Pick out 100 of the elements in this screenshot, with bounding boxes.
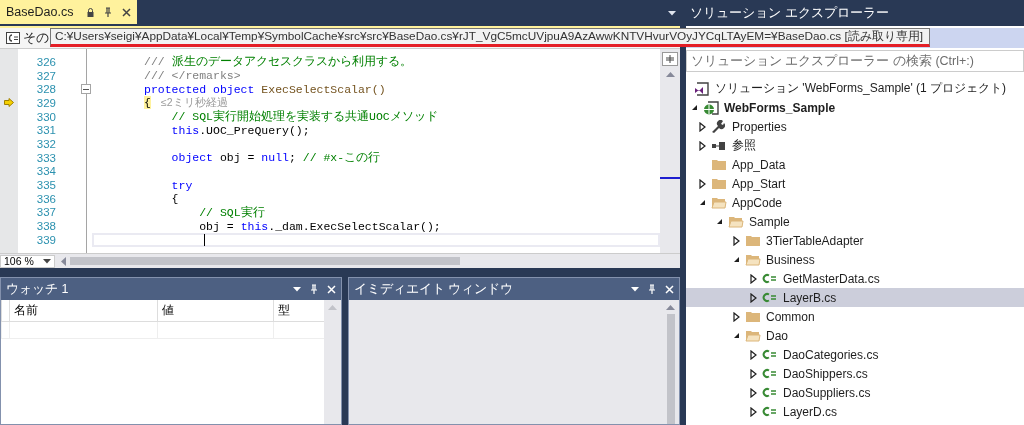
wrench-icon [711,119,725,134]
scroll-left-icon[interactable] [61,256,66,266]
code-line: /// 派生のデータアクセスクラスから利用する。 [144,54,412,70]
line-number: 334 [35,165,56,178]
code-file-icon [762,368,778,379]
tree-item[interactable]: WebForms_Sample [686,98,1024,117]
column-header[interactable]: 値 [157,300,273,321]
tree-item[interactable]: ソリューション 'WebForms_Sample' (1 プロジェクト) [686,79,1024,98]
collapse-toggle[interactable] [81,84,91,95]
collapsed-arrow-icon[interactable] [750,368,757,379]
panel-title: イミディエイト ウィンドウ [354,280,514,298]
line-number: 326 [35,55,56,68]
tree-item[interactable]: Business [686,250,1024,269]
line-number: 335 [35,179,56,192]
zoom-dropdown[interactable]: 106 % [0,254,55,268]
code-line: // SQL実行 [198,204,265,220]
open-folder-icon [745,253,761,266]
close-icon[interactable] [122,7,132,17]
folder-icon [711,158,727,171]
scrollbar-thumb[interactable] [70,257,460,265]
tree-item[interactable]: LayerD.cs [686,402,1024,421]
tree-item[interactable]: DaoCategories.cs [686,345,1024,364]
pin-icon[interactable] [104,7,113,17]
tree-item[interactable]: DaoShippers.cs [686,364,1024,383]
code-line: { ≤2ミリ秒経過 [144,95,228,110]
expanded-arrow-icon[interactable] [733,332,740,339]
type-dropdown[interactable]: その [23,29,49,47]
path-tooltip: C:¥Users¥seigi¥AppData¥Local¥Temp¥SymbolCache¥src¥src¥BaseDao.cs¥rJT_VgC5mcUVjpuA9AzAwwKNTVHvurVOyJYCqLTAyEM=¥BaseDao.cs [読み取り専用] [50,28,931,47]
collapsed-arrow-icon[interactable] [750,406,757,417]
collapsed-arrow-icon[interactable] [750,387,757,398]
folder-icon [711,177,727,190]
tree-item[interactable]: App_Start [686,174,1024,193]
vertical-scrollbar[interactable] [660,49,680,253]
code-file-icon [762,406,778,417]
open-folder-icon [711,196,727,209]
dropdown-icon[interactable] [668,11,676,16]
class-icon [6,32,20,44]
search-field[interactable]: ソリューション エクスプローラー の検索 (Ctrl+:) [686,50,1024,72]
scroll-up-icon[interactable] [665,72,675,77]
collapsed-arrow-icon[interactable] [750,349,757,360]
tree-item[interactable]: Common [686,307,1024,326]
tree-item[interactable]: GetMasterData.cs [686,269,1024,288]
collapsed-arrow-icon[interactable] [750,292,757,303]
line-number: 336 [35,192,56,205]
folder-icon [745,234,761,247]
tree-item[interactable]: 3TierTableAdapter [686,231,1024,250]
column-header[interactable]: 名前 [9,300,157,321]
tree-item[interactable]: App_Data [686,155,1024,174]
panel-title: ソリューション エクスプローラー [690,4,889,22]
line-number: 328 [35,83,56,96]
line-number: 339 [35,233,56,246]
collapsed-arrow-icon[interactable] [699,178,706,189]
solution-icon [694,81,709,96]
expanded-arrow-icon[interactable] [716,218,723,225]
code-line: /// </remarks> [144,69,241,83]
split-icon[interactable] [662,52,678,66]
code-file-icon [762,292,778,303]
code-file-icon [762,273,778,284]
collapsed-arrow-icon[interactable] [699,121,706,132]
scrollbar-thumb[interactable] [666,314,675,424]
tree-item[interactable]: Properties [686,117,1024,136]
code-file-icon [762,387,778,398]
code-line: obj = this._dam.ExecSelectScalar(); [198,219,441,233]
tree-item[interactable]: 参照 [686,136,1024,155]
code-line: protected object ExecSelectScalar() [144,82,386,96]
line-number: 327 [35,69,56,82]
code-line: try [170,178,193,192]
collapsed-arrow-icon[interactable] [733,235,740,246]
expanded-arrow-icon[interactable] [691,104,698,111]
line-number: 338 [35,220,56,233]
tree-item[interactable]: DaoSuppliers.cs [686,383,1024,402]
open-folder-icon [745,329,761,342]
document-tab[interactable]: BaseDao.cs [0,0,138,24]
references-icon [711,140,725,151]
code-line: { [170,192,179,206]
expanded-arrow-icon[interactable] [699,199,706,206]
code-line: this.UOC_PreQuery(); [170,123,310,137]
dropdown-icon[interactable] [43,258,51,264]
lock-icon [87,7,95,17]
line-number: 330 [35,110,56,123]
code-file-icon [762,349,778,360]
panel-title: ウォッチ 1 [6,280,69,298]
collapsed-arrow-icon[interactable] [733,311,740,322]
line-number: 331 [35,124,56,137]
tree-item[interactable]: AppCode [686,193,1024,212]
line-number: 333 [35,151,56,164]
code-line: // SQL実行開始処理を実装する共通UOCメソッド [170,109,438,125]
tree-item[interactable]: Sample [686,212,1024,231]
tree-item[interactable]: LayerB.cs [686,288,1024,307]
tree-item[interactable]: Dao [686,326,1024,345]
expanded-arrow-icon[interactable] [733,256,740,263]
collapsed-arrow-icon[interactable] [699,140,706,151]
line-number: 332 [35,137,56,150]
folder-icon [745,310,761,323]
dropdown-icon[interactable] [631,286,639,292]
collapsed-arrow-icon[interactable] [750,273,757,284]
line-number: 329 [35,96,56,109]
scroll-up-icon[interactable] [666,305,675,310]
project-globe-icon [703,100,719,115]
dropdown-icon[interactable] [293,286,301,292]
